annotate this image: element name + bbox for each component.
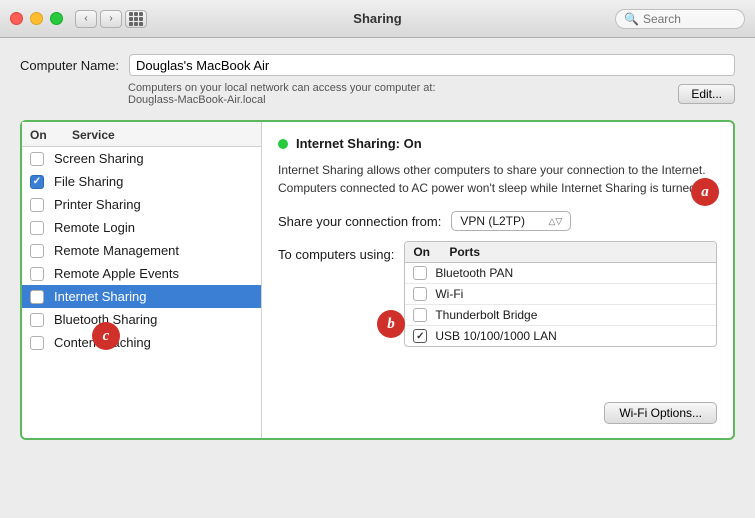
window-title: Sharing — [353, 11, 401, 26]
description-text: Internet Sharing allows other computers … — [278, 161, 717, 197]
service-checkbox-remote-login[interactable] — [30, 221, 44, 235]
port-name-usb-lan: USB 10/100/1000 LAN — [435, 329, 556, 343]
service-item-remote-apple-events[interactable]: Remote Apple Events — [22, 262, 261, 285]
port-name-wi-fi: Wi-Fi — [435, 287, 463, 301]
port-checkbox-bluetooth-pan[interactable] — [413, 266, 427, 280]
status-row: Internet Sharing: On — [278, 136, 717, 151]
port-name-bluetooth-pan: Bluetooth PAN — [435, 266, 513, 280]
bottom-section: On Service Screen Sharing File Sharing Pri… — [20, 120, 735, 440]
share-from-label: Share your connection from: — [278, 214, 441, 229]
service-label-screen-sharing: Screen Sharing — [54, 151, 144, 166]
grid-icon — [129, 12, 143, 26]
service-label-printer-sharing: Printer Sharing — [54, 197, 141, 212]
ports-row-wi-fi[interactable]: Wi-Fi — [405, 284, 716, 305]
ports-col-name-header: Ports — [449, 245, 708, 259]
service-label-file-sharing: File Sharing — [54, 174, 123, 189]
vpn-select[interactable]: VPN (L2TP) △▽ — [451, 211, 571, 231]
service-list: Screen Sharing File Sharing Printer Sharin… — [22, 147, 261, 438]
service-checkbox-bluetooth-sharing[interactable] — [30, 313, 44, 327]
port-checkbox-usb-lan[interactable] — [413, 329, 427, 343]
minimize-button[interactable] — [30, 12, 43, 25]
computer-name-row: Computer Name: — [20, 54, 735, 76]
service-label-remote-login: Remote Login — [54, 220, 135, 235]
service-checkbox-remote-management[interactable] — [30, 244, 44, 258]
traffic-lights — [10, 12, 63, 25]
ports-row-thunderbolt-bridge[interactable]: Thunderbolt Bridge — [405, 305, 716, 326]
back-button[interactable]: ‹ — [75, 10, 97, 28]
grid-view-button[interactable] — [125, 10, 147, 28]
nav-buttons: ‹ › — [75, 10, 122, 28]
service-list-panel: On Service Screen Sharing File Sharing Pri… — [22, 122, 262, 438]
right-panel-wrap: Internet Sharing: On Internet Sharing al… — [262, 122, 733, 438]
port-checkbox-thunderbolt-bridge[interactable] — [413, 308, 427, 322]
computer-name-label: Computer Name: — [20, 58, 119, 73]
ports-row-usb-lan[interactable]: USB 10/100/1000 LAN — [405, 326, 716, 346]
service-item-file-sharing[interactable]: File Sharing — [22, 170, 261, 193]
main-content: Computer Name: Computers on your local n… — [0, 38, 755, 456]
status-title: Internet Sharing: On — [296, 136, 422, 151]
search-box[interactable]: 🔍 — [615, 9, 745, 29]
network-info-text: Computers on your local network can acce… — [128, 82, 668, 106]
service-label-content-caching: Content Caching — [54, 335, 151, 350]
forward-button[interactable]: › — [100, 10, 122, 28]
service-checkbox-screen-sharing[interactable] — [30, 152, 44, 166]
wifi-options-button[interactable]: Wi-Fi Options... — [604, 402, 717, 424]
service-checkbox-printer-sharing[interactable] — [30, 198, 44, 212]
close-button[interactable] — [10, 12, 23, 25]
titlebar: ‹ › Sharing 🔍 — [0, 0, 755, 38]
computers-using-label: To computers using: — [278, 247, 394, 262]
service-checkbox-content-caching[interactable] — [30, 336, 44, 350]
service-item-printer-sharing[interactable]: Printer Sharing — [22, 193, 261, 216]
service-label-remote-management: Remote Management — [54, 243, 179, 258]
maximize-button[interactable] — [50, 12, 63, 25]
wifi-options-row: Wi-Fi Options... — [278, 398, 717, 424]
ports-table-header: On Ports — [405, 242, 716, 263]
chevron-down-icon: △▽ — [548, 216, 562, 227]
ports-row-bluetooth-pan[interactable]: Bluetooth PAN — [405, 263, 716, 284]
service-label-internet-sharing: Internet Sharing — [54, 289, 147, 304]
service-item-content-caching[interactable]: Content Caching — [22, 331, 261, 354]
edit-button[interactable]: Edit... — [678, 84, 735, 104]
service-item-screen-sharing[interactable]: Screen Sharing — [22, 147, 261, 170]
col-on-header: On — [30, 128, 72, 142]
port-name-thunderbolt-bridge: Thunderbolt Bridge — [435, 308, 537, 322]
share-from-row: Share your connection from: VPN (L2TP) △… — [278, 211, 717, 231]
service-checkbox-internet-sharing[interactable] — [30, 290, 44, 304]
service-item-remote-management[interactable]: Remote Management — [22, 239, 261, 262]
port-checkbox-wi-fi[interactable] — [413, 287, 427, 301]
service-item-internet-sharing[interactable]: Internet Sharing — [22, 285, 261, 308]
search-input[interactable] — [643, 12, 736, 26]
status-dot — [278, 139, 288, 149]
network-info-row: Computers on your local network can acce… — [20, 82, 735, 106]
service-list-header: On Service — [22, 122, 261, 147]
service-checkbox-file-sharing[interactable] — [30, 175, 44, 189]
ports-col-on-header: On — [413, 245, 449, 259]
vpn-value: VPN (L2TP) — [460, 214, 525, 228]
right-panel: Internet Sharing: On Internet Sharing al… — [262, 122, 733, 438]
bottom-section-wrap: On Service Screen Sharing File Sharing Pri… — [20, 120, 735, 440]
service-label-remote-apple-events: Remote Apple Events — [54, 266, 179, 281]
computers-using-row: To computers using: On Ports Bluetooth P… — [278, 241, 717, 347]
service-label-bluetooth-sharing: Bluetooth Sharing — [54, 312, 157, 327]
col-service-header: Service — [72, 128, 253, 142]
search-icon: 🔍 — [624, 12, 639, 26]
ports-list: Bluetooth PAN Wi-Fi Thunderbolt Bridge USB … — [405, 263, 716, 346]
ports-table: On Ports Bluetooth PAN Wi-Fi Thunderbolt B… — [404, 241, 717, 347]
computer-name-input[interactable] — [129, 54, 735, 76]
service-item-bluetooth-sharing[interactable]: Bluetooth Sharing — [22, 308, 261, 331]
service-checkbox-remote-apple-events[interactable] — [30, 267, 44, 281]
service-item-remote-login[interactable]: Remote Login — [22, 216, 261, 239]
